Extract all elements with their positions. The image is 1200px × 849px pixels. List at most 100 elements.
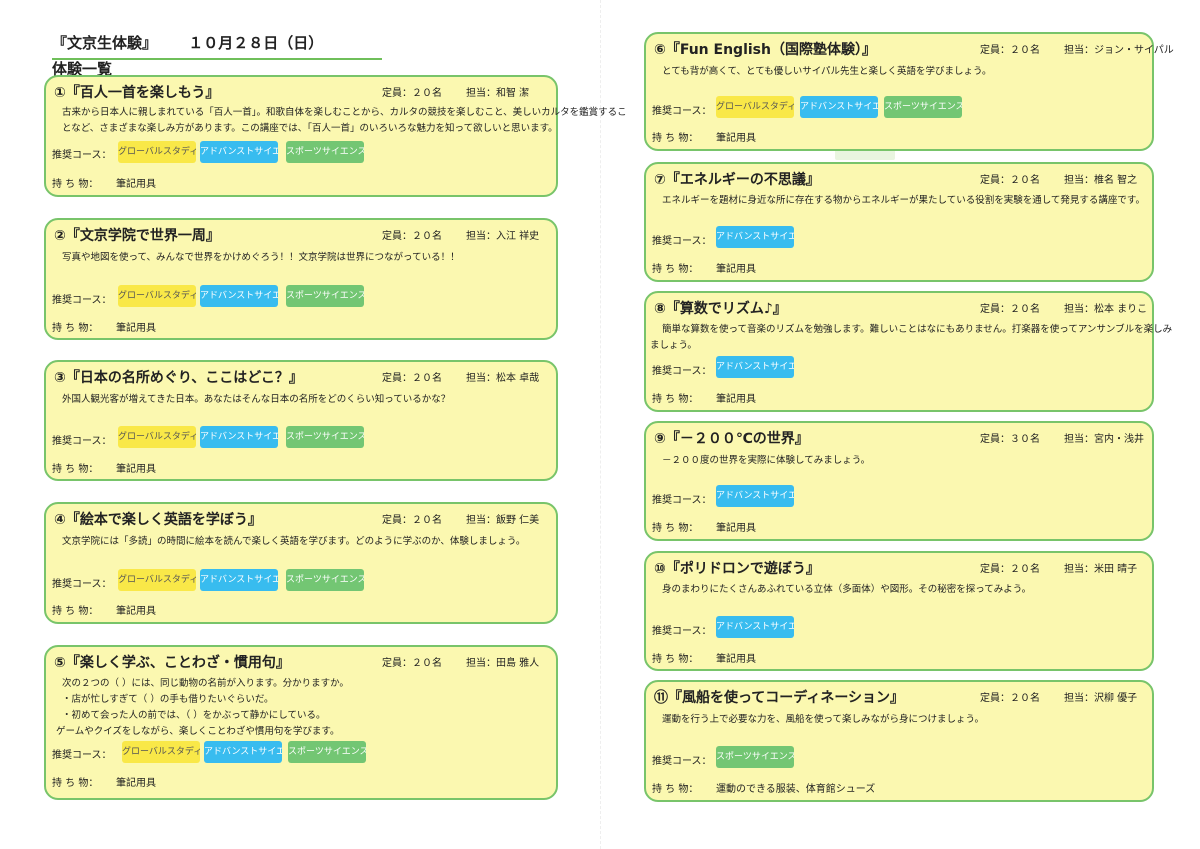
card-staff: 担当：飯野 仁美 <box>466 515 540 526</box>
items-label: 持 ち 物： <box>652 394 699 405</box>
course-label: 推奨コース： <box>52 295 112 306</box>
items-value: 筆記用具 <box>716 523 756 534</box>
course-tag-advance: アドバンストサイエンス <box>200 569 278 591</box>
page-fold-line <box>600 0 601 849</box>
card-capacity: 定員：２０名 <box>382 658 442 669</box>
card-desc-line: 古来から日本人に親しまれている「百人一首」。和歌自体を楽しむことから、カルタの競… <box>62 107 627 118</box>
card-title: ⑥『Fun English（国際塾体験）』 <box>654 42 876 58</box>
course-tag-advance: アドバンストサイエンス <box>204 741 282 763</box>
card-desc-line: 文京学院には「多読」の時間に絵本を読んで楽しく英語を学びます。どのように学ぶのか… <box>62 536 526 547</box>
card-capacity: 定員：２０名 <box>382 231 442 242</box>
course-tag-advance: アドバンストサイエンス <box>716 616 794 638</box>
event-card-1: ①『百人一首を楽しもう』 定員：２０名 担当：和智 潔 古来から日本人に親しまれ… <box>44 75 627 197</box>
course-tag-advance: アドバンストサイエンス <box>716 226 794 248</box>
course-label: 推奨コース： <box>52 150 112 161</box>
course-tag-sports: スポーツサイエンス <box>286 426 364 448</box>
course-label: 推奨コース： <box>652 236 712 247</box>
event-card-3: ③『日本の名所めぐり、ここはどこ？』 定員：２０名 担当：松本 卓哉 外国人観光… <box>44 360 558 481</box>
items-label: 持 ち 物： <box>52 179 99 190</box>
course-tag-advance: アドバンストサイエンス <box>716 356 794 378</box>
event-card-7: ⑦『エネルギーの不思議』 定員：２０名 担当：椎名 智之 エネルギーを題材に身近… <box>644 162 1154 282</box>
course-tag-global: グローバルスタディーズ <box>118 426 196 448</box>
course-tag-global: グローバルスタディーズ <box>716 96 794 118</box>
card-staff: 担当：沢柳 優子 <box>1064 693 1138 704</box>
course-tag-advance: アドバンストサイエンス <box>800 96 878 118</box>
card-staff: 担当：米田 晴子 <box>1064 564 1138 575</box>
event-card-4: ④『絵本で楽しく英語を学ぼう』 定員：２０名 担当：飯野 仁美 文京学院には「多… <box>44 502 558 624</box>
card-desc-line: 簡単な算数を使って音楽のリズムを勉強します。難しいことはなにもありません。打楽器… <box>662 324 1173 335</box>
items-value: 筆記用具 <box>716 654 756 665</box>
items-label: 持 ち 物： <box>52 464 99 475</box>
card-staff: 担当：松本 まりこ <box>1064 304 1148 315</box>
items-value: 筆記用具 <box>716 133 756 144</box>
items-value: 筆記用具 <box>116 323 156 334</box>
items-label: 持 ち 物： <box>652 784 699 795</box>
card-staff: 担当：入江 祥史 <box>466 231 540 242</box>
header-title: 『文京生体験』 <box>52 34 158 52</box>
items-label: 持 ち 物： <box>652 264 699 275</box>
card-desc-line: 外国人観光客が増えてきた日本。あなたはそんな日本の名所をどのくらい知っているかな… <box>62 394 451 405</box>
card-capacity: 定員：３０名 <box>980 434 1040 445</box>
event-card-5: ⑤『楽しく学ぶ、ことわざ・慣用句』 定員：２０名 担当：田島 雅人 次の２つの（… <box>44 645 558 800</box>
card-capacity: 定員：２０名 <box>980 693 1040 704</box>
course-tag-sports: スポーツサイエンス <box>884 96 962 118</box>
items-label: 持 ち 物： <box>52 606 99 617</box>
items-value: 運動のできる服装、体育館シューズ <box>716 784 876 795</box>
card-desc-line: となど、さまざまな楽しみ方があります。この講座では、「百人一首」のいろいろな魅力… <box>62 123 558 134</box>
course-label: 推奨コース： <box>52 436 112 447</box>
card-capacity: 定員：２０名 <box>382 88 442 99</box>
event-card-2: ②『文京学院で世界一周』 定員：２０名 担当：入江 祥史 写真や地図を使って、み… <box>44 218 558 340</box>
event-card-10: ⑩『ポリドロンで遊ぼう』 定員：２０名 担当：米田 晴子 身のまわりにたくさんあ… <box>644 551 1154 671</box>
card-desc-line: とても背が高くて、とても優しいサイパル先生と楽しく英語を学びましょう。 <box>662 66 992 77</box>
card-desc-line: 身のまわりにたくさんあふれている立体（多面体）や図形。その秘密を探ってみよう。 <box>662 584 1032 595</box>
course-label: 推奨コース： <box>652 756 712 767</box>
card-staff: 担当：椎名 智之 <box>1064 175 1138 186</box>
items-value: 筆記用具 <box>716 264 756 275</box>
card-title: ③『日本の名所めぐり、ここはどこ？』 <box>54 370 303 386</box>
card-capacity: 定員：２０名 <box>382 373 442 384</box>
card-desc-line: ゲームやクイズをしながら、楽しくことわざや慣用句を学びます。 <box>56 726 340 737</box>
event-card-11: ⑪『風船を使ってコーディネーション』 定員：２０名 担当：沢柳 優子 運動を行う… <box>644 680 1154 802</box>
event-card-9: ⑨『－２００℃の世界』 定員：３０名 担当：宮内・浅井 －２００度の世界を実際に… <box>644 421 1154 541</box>
card-staff: 担当：松本 卓哉 <box>466 373 540 384</box>
card-title: ①『百人一首を楽しもう』 <box>54 85 220 101</box>
items-label: 持 ち 物： <box>52 778 99 789</box>
card-desc-line: 運動を行う上で必要な力を、風船を使って楽しみながら身につけましょう。 <box>662 714 984 725</box>
course-tag-advance: アドバンストサイエンス <box>200 426 278 448</box>
card-capacity: 定員：２０名 <box>382 515 442 526</box>
card-capacity: 定員：２０名 <box>980 564 1040 575</box>
items-label: 持 ち 物： <box>52 323 99 334</box>
items-value: 筆記用具 <box>116 606 156 617</box>
items-value: 筆記用具 <box>116 464 156 475</box>
card-title: ⑦『エネルギーの不思議』 <box>654 172 820 188</box>
course-tag-sports: スポーツサイエンス <box>716 746 794 768</box>
card-capacity: 定員：２０名 <box>980 45 1040 56</box>
event-card-6: ⑥『Fun English（国際塾体験）』 定員：２０名 担当：ジョン・サイパル… <box>644 32 1174 151</box>
card-desc-line: ・店が忙しすぎて（ ）の手も借りたいぐらいだ。 <box>62 694 274 705</box>
card-capacity: 定員：２０名 <box>980 304 1040 315</box>
course-tag-sports: スポーツサイエンス <box>288 741 366 763</box>
card-title: ⑧『算数でリズム♪』 <box>654 301 787 317</box>
course-tag-global: グローバルスタディーズ <box>118 569 196 591</box>
card-desc-line: 写真や地図を使って、みんなで世界をかけめぐろう！！文京学院は世界につながっている… <box>62 252 460 263</box>
course-label: 推奨コース： <box>652 626 712 637</box>
course-tag-advance: アドバンストサイエンス <box>716 485 794 507</box>
card-title: ④『絵本で楽しく英語を学ぼう』 <box>54 512 262 528</box>
card-staff: 担当：ジョン・サイパル <box>1064 45 1174 56</box>
card-staff: 担当：宮内・浅井 <box>1064 434 1144 445</box>
card-desc-line: 次の２つの（ ）には、同じ動物の名前が入ります。分かりますか。 <box>62 678 349 689</box>
card-title: ⑨『－２００℃の世界』 <box>654 431 809 447</box>
items-label: 持 ち 物： <box>652 133 699 144</box>
card-desc-line: ・初めて会った人の前では、（ ）をかぶって静かにしている。 <box>62 710 326 721</box>
card-desc-line: －２００度の世界を実際に体験してみましょう。 <box>662 455 871 466</box>
card-staff: 担当：田島 雅人 <box>466 658 540 669</box>
header-date: １０月２８日（日） <box>188 34 324 52</box>
course-tag-advance: アドバンストサイエンス <box>200 285 278 307</box>
items-label: 持 ち 物： <box>652 523 699 534</box>
card-capacity: 定員：２０名 <box>980 175 1040 186</box>
card-title: ⑤『楽しく学ぶ、ことわざ・慣用句』 <box>54 655 290 671</box>
course-tag-global: グローバルスタディーズ <box>122 741 200 763</box>
course-tag-global: グローバルスタディーズ <box>118 141 196 163</box>
card-staff: 担当：和智 潔 <box>466 88 530 99</box>
page-header: 『文京生体験』 １０月２８日（日） 体験一覧 <box>52 30 382 78</box>
